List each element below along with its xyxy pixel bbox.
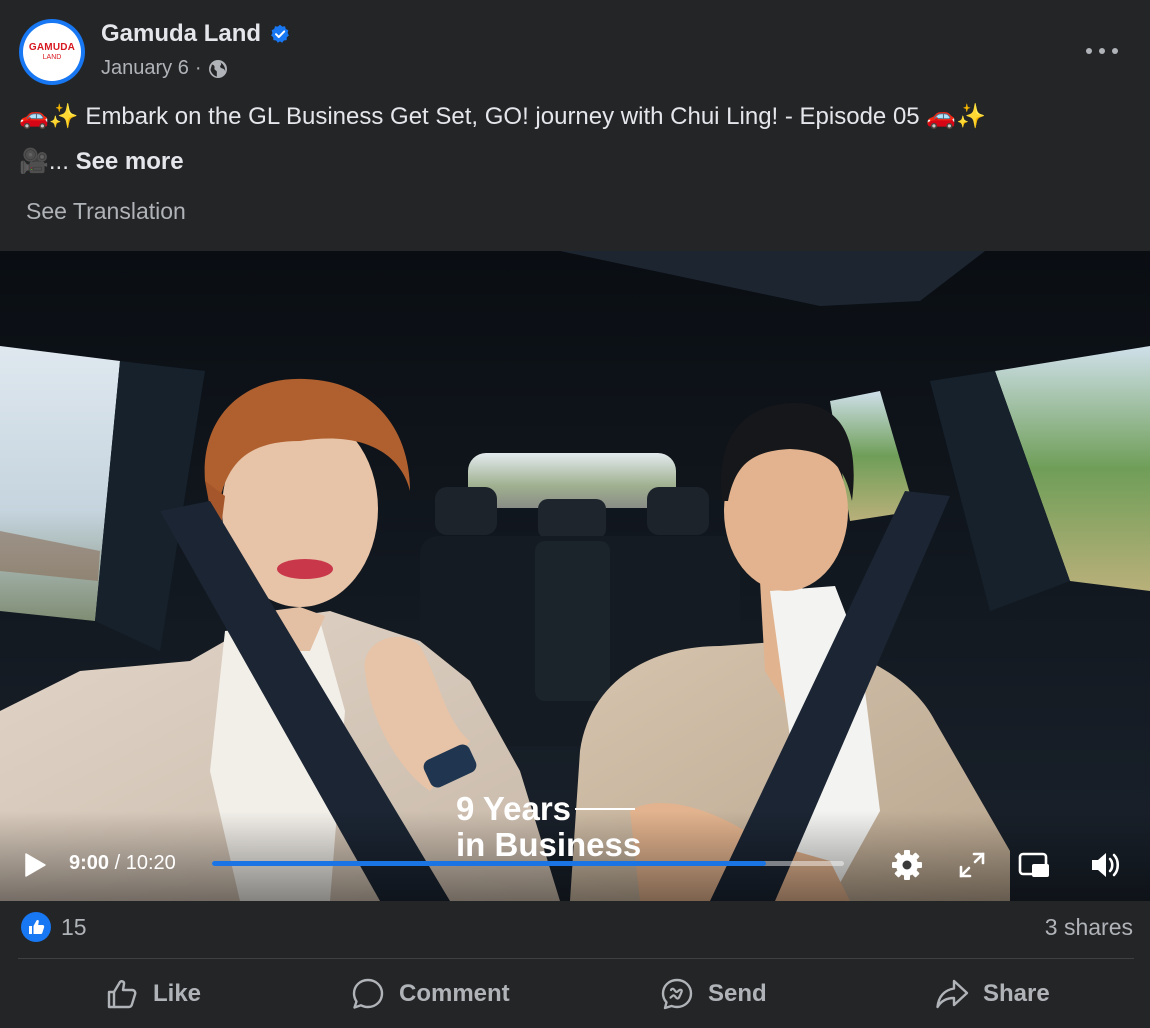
video-player[interactable]: 9 Years in Business xyxy=(0,251,1150,901)
progress-fill xyxy=(212,861,766,866)
duration: 10:20 xyxy=(125,852,176,874)
overlay-rule xyxy=(575,808,636,810)
divider xyxy=(18,958,1134,959)
messenger-icon xyxy=(661,978,693,1010)
author-row: Gamuda Land xyxy=(101,20,290,48)
logo-text-top: GAMUDA xyxy=(28,42,76,53)
verified-badge-icon xyxy=(271,24,289,43)
current-time: 9:00 xyxy=(69,852,110,874)
post-meta: January 6 · xyxy=(101,57,228,80)
picture-in-picture-icon[interactable] xyxy=(1017,848,1051,882)
thumbs-up-badge-icon xyxy=(21,912,51,942)
post-caption-continued: 🎥... See more xyxy=(19,145,184,179)
video-controls: 9:00 / 10:20 xyxy=(0,838,1150,890)
globe-icon[interactable] xyxy=(208,59,228,79)
gear-icon[interactable] xyxy=(890,848,924,882)
post-date[interactable]: January 6 xyxy=(101,57,189,80)
overlay-line-1: 9 Years xyxy=(456,790,572,827)
thumbs-up-icon xyxy=(107,980,137,1009)
time-separator: / xyxy=(109,852,126,874)
gamuda-land-logo: GAMUDA LAND xyxy=(23,23,81,81)
see-translation-link[interactable]: See Translation xyxy=(26,198,186,225)
author-name[interactable]: Gamuda Land xyxy=(101,20,261,48)
comment-bubble-icon xyxy=(352,978,384,1009)
logo-text-bottom: LAND xyxy=(42,54,62,61)
post-caption: 🚗✨ Embark on the GL Business Get Set, GO… xyxy=(19,103,987,130)
share-count[interactable]: 3 shares xyxy=(1045,914,1133,941)
play-icon[interactable] xyxy=(22,852,48,878)
video-time: 9:00 / 10:20 xyxy=(69,852,176,875)
caption-truncated-text: 🎥... xyxy=(19,148,76,175)
action-bar: Like Comment Send Share xyxy=(0,966,1150,1022)
page-avatar[interactable]: GAMUDA LAND xyxy=(19,19,85,85)
volume-icon[interactable] xyxy=(1089,848,1123,882)
progress-bar[interactable] xyxy=(212,861,844,866)
send-button[interactable]: Send xyxy=(660,966,767,1022)
share-label: Share xyxy=(983,980,1050,1007)
comment-button[interactable]: Comment xyxy=(351,966,510,1022)
facebook-post: GAMUDA LAND Gamuda Land January 6 · 🚗✨ E… xyxy=(0,0,1150,1028)
share-arrow-icon xyxy=(936,979,969,1009)
meta-separator: · xyxy=(194,57,202,79)
send-label: Send xyxy=(708,980,767,1007)
reaction-summary[interactable]: 15 xyxy=(21,912,87,942)
expand-icon[interactable] xyxy=(955,848,989,882)
more-options-icon[interactable] xyxy=(1086,38,1118,64)
reaction-count[interactable]: 15 xyxy=(61,914,87,941)
share-button[interactable]: Share xyxy=(935,966,1050,1022)
like-button[interactable]: Like xyxy=(105,966,201,1022)
like-label: Like xyxy=(153,980,202,1007)
see-more-link[interactable]: See more xyxy=(76,148,184,175)
comment-label: Comment xyxy=(399,980,510,1007)
